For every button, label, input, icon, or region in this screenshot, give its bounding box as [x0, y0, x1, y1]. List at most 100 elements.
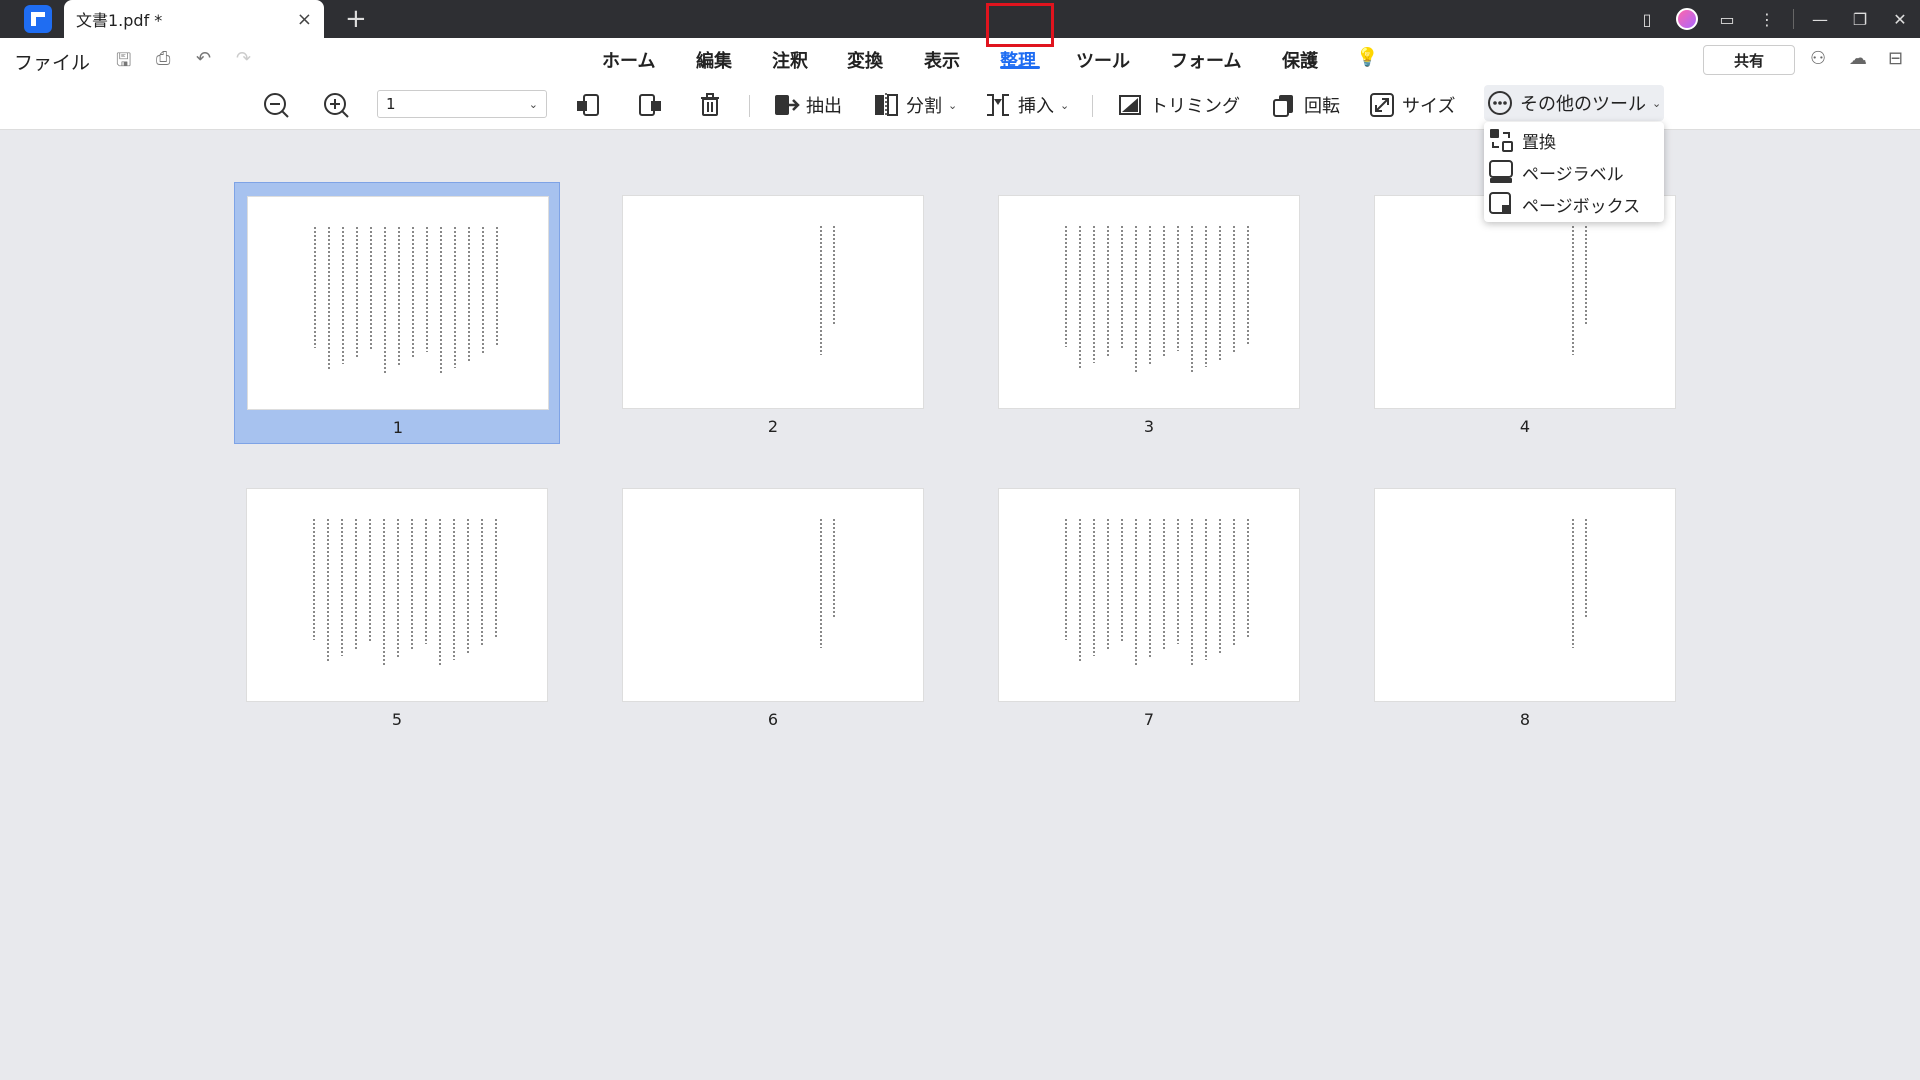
page-right-icon	[636, 91, 664, 119]
zoom-in-button[interactable]	[322, 88, 350, 122]
text-line	[1233, 226, 1235, 353]
close-tab-icon[interactable]: ×	[297, 9, 312, 30]
tab-edit[interactable]: 編集	[696, 47, 732, 73]
tab-form[interactable]: フォーム	[1170, 47, 1241, 73]
text-line	[1163, 519, 1165, 651]
text-line	[313, 519, 315, 640]
menu-item-page-box[interactable]: ページボックス	[1484, 188, 1664, 220]
text-line	[412, 227, 414, 359]
text-line	[1585, 519, 1587, 619]
text-line	[1191, 519, 1193, 667]
chat-icon[interactable]: ▭	[1707, 0, 1747, 38]
rotate-button[interactable]: 回転	[1270, 88, 1340, 122]
new-tab-button[interactable]: +	[345, 4, 367, 34]
text-line	[439, 519, 441, 667]
restore-icon[interactable]: ❐	[1840, 0, 1880, 38]
lightbulb-icon[interactable]: 💡	[1356, 47, 1378, 68]
more-tools-button[interactable]: その他のツール ⌄	[1484, 85, 1664, 121]
tab-home[interactable]: ホーム	[602, 47, 655, 73]
text-line	[453, 519, 455, 660]
page-number-select[interactable]: 1 ⌄	[377, 90, 547, 118]
text-line	[1121, 226, 1123, 349]
collapse-icon[interactable]: ⊟	[1888, 48, 1903, 69]
page-thumbnail[interactable]: 7	[986, 475, 1312, 737]
text-line	[426, 227, 428, 352]
insert-before-button[interactable]	[574, 88, 602, 122]
tab-view[interactable]: 表示	[924, 47, 960, 73]
text-line	[454, 227, 456, 368]
mobile-icon[interactable]: ▯	[1627, 0, 1667, 38]
text-line	[495, 519, 497, 639]
print-icon[interactable]: ⎙	[156, 48, 170, 69]
page-number-label: 8	[1519, 710, 1531, 729]
split-icon	[872, 91, 900, 119]
divider	[1793, 9, 1794, 29]
insert-icon	[984, 91, 1012, 119]
text-line	[1247, 226, 1249, 346]
close-window-icon[interactable]: ✕	[1880, 0, 1920, 38]
avatar[interactable]	[1667, 0, 1707, 38]
divider	[1092, 95, 1093, 117]
delete-page-button[interactable]	[696, 88, 724, 122]
text-line	[1219, 519, 1221, 653]
insert-label: 挿入	[1018, 96, 1054, 117]
share-button[interactable]: 共有	[1703, 45, 1795, 75]
crop-button[interactable]: トリミング	[1116, 88, 1240, 122]
minimize-icon[interactable]: —	[1800, 0, 1840, 38]
text-line	[341, 519, 343, 656]
page-number-label: 5	[391, 710, 403, 729]
file-menu[interactable]: ファイル	[14, 48, 90, 75]
trash-icon	[696, 91, 724, 119]
text-line	[1177, 226, 1179, 351]
menu-item-label: ページボックス	[1522, 196, 1641, 217]
undo-icon[interactable]: ↶	[196, 48, 211, 69]
text-line	[1079, 519, 1081, 663]
tab-protect[interactable]: 保護	[1282, 47, 1318, 73]
page-thumbnail[interactable]: 8	[1362, 475, 1688, 737]
tab-convert[interactable]: 変換	[847, 47, 883, 73]
split-button[interactable]: 分割 ⌄	[872, 88, 957, 122]
page-number-label: 2	[767, 417, 779, 436]
active-tab-underline	[1000, 66, 1040, 69]
redo-icon[interactable]: ↷	[236, 48, 251, 69]
tab-tools[interactable]: ツール	[1076, 47, 1130, 73]
page-thumbnail[interactable]: 2	[610, 182, 936, 444]
cloud-upload-icon[interactable]: ☁	[1849, 48, 1867, 69]
save-icon[interactable]: 🖫	[116, 48, 131, 78]
zoom-out-button[interactable]	[262, 88, 290, 122]
extract-icon	[772, 91, 800, 119]
document-tab[interactable]: 文書1.pdf * ×	[64, 0, 324, 38]
insert-button[interactable]: 挿入 ⌄	[984, 88, 1069, 122]
text-line	[1107, 226, 1109, 356]
page-thumbnail[interactable]: 1	[234, 182, 560, 444]
text-line	[440, 227, 442, 375]
page-preview	[622, 488, 924, 702]
page-number-label: 6	[767, 710, 779, 729]
page-thumbnail[interactable]: 3	[986, 182, 1312, 444]
insert-after-button[interactable]	[636, 88, 664, 122]
text-line	[1135, 226, 1137, 372]
menu-item-replace[interactable]: 置換	[1484, 124, 1664, 156]
page-left-icon	[574, 91, 602, 119]
tab-organize[interactable]: 整理	[1000, 47, 1036, 73]
menu-item-label: 置換	[1522, 132, 1556, 153]
highlight-box	[986, 3, 1054, 47]
size-button[interactable]: サイズ	[1368, 88, 1455, 122]
more-vertical-icon[interactable]: ⋮	[1747, 0, 1787, 38]
menu-item-page-label[interactable]: ページラベル	[1484, 156, 1664, 188]
chevron-down-icon: ⌄	[528, 97, 538, 111]
text-line	[1121, 519, 1123, 642]
text-line	[1585, 226, 1587, 326]
sitemap-icon[interactable]: ⚇	[1810, 48, 1826, 69]
extract-button[interactable]: 抽出	[772, 88, 842, 122]
document-tab-title: 文書1.pdf *	[76, 11, 163, 30]
tab-comment[interactable]: 注釈	[772, 47, 808, 73]
text-line	[1205, 226, 1207, 367]
text-line	[1135, 519, 1137, 665]
chevron-down-icon: ⌄	[948, 98, 958, 112]
page-thumbnail[interactable]: 5	[234, 475, 560, 737]
page-thumbnail[interactable]: 6	[610, 475, 936, 737]
more-tools-dropdown: 置換 ページラベル ページボックス	[1484, 122, 1664, 222]
text-line	[425, 519, 427, 644]
text-line	[370, 227, 372, 350]
